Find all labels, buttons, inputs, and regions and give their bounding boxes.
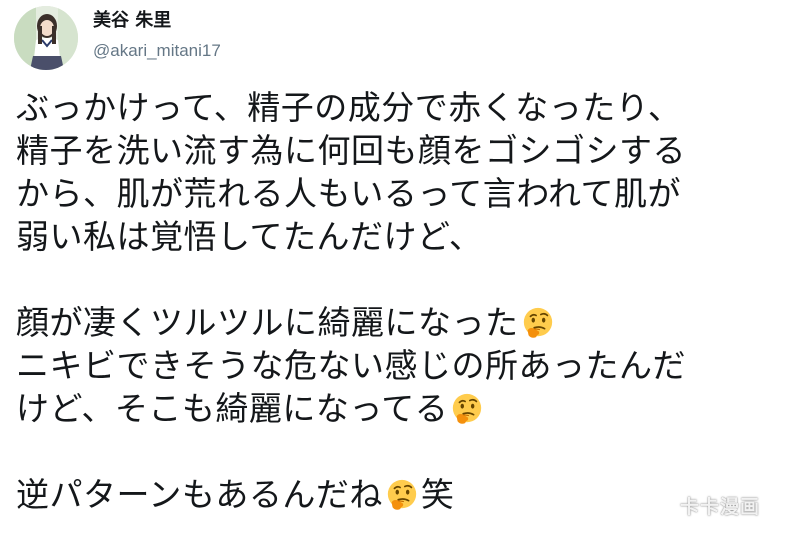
tweet-line-text: 笑: [420, 475, 455, 514]
user-handle[interactable]: @akari_mitani17: [93, 40, 221, 62]
tweet-line: ぶっかけって、精子の成分で赤くなったり、: [16, 88, 682, 127]
avatar[interactable]: [14, 6, 78, 70]
watermark: 卡卡漫画: [679, 496, 760, 518]
tweet-line: 逆パターンもあるんだね 笑: [16, 473, 786, 516]
thinking-face-emoji: [523, 307, 552, 338]
tweet-line: 顔が凄くツルツルに綺麗になった: [16, 301, 786, 344]
profile-photo-avatar: [14, 6, 78, 70]
tweet-line: 精子を洗い流す為に何回も顔をゴシゴシする: [16, 131, 686, 170]
tweet-line-text: 顔が凄くツルツルに綺麗になった: [16, 303, 519, 342]
tweet-line: ニキビできそうな危ない感じの所あったんだ: [16, 346, 686, 385]
tweet-text: ぶっかけって、精子の成分で赤くなったり、 精子を洗い流す為に何回も顔をゴシゴシす…: [16, 86, 786, 516]
tweet-line-text: けど、そこも綺麗になってる: [16, 389, 449, 428]
tweet-line: 弱い私は覚悟してたんだけど、: [16, 217, 483, 256]
display-name[interactable]: 美谷 朱里: [93, 10, 171, 32]
tweet-line: けど、そこも綺麗になってる: [16, 387, 786, 430]
tweet-line: から、肌が荒れる人もいるって言われて肌が: [16, 174, 682, 213]
thinking-face-emoji: [387, 479, 417, 510]
tweet-card: 美谷 朱里 @akari_mitani17 ぶっかけって、精子の成分で赤くなった…: [0, 0, 800, 545]
tweet-line-text: 逆パターンもあるんだね: [16, 475, 383, 514]
thinking-face-emoji: [453, 393, 482, 424]
